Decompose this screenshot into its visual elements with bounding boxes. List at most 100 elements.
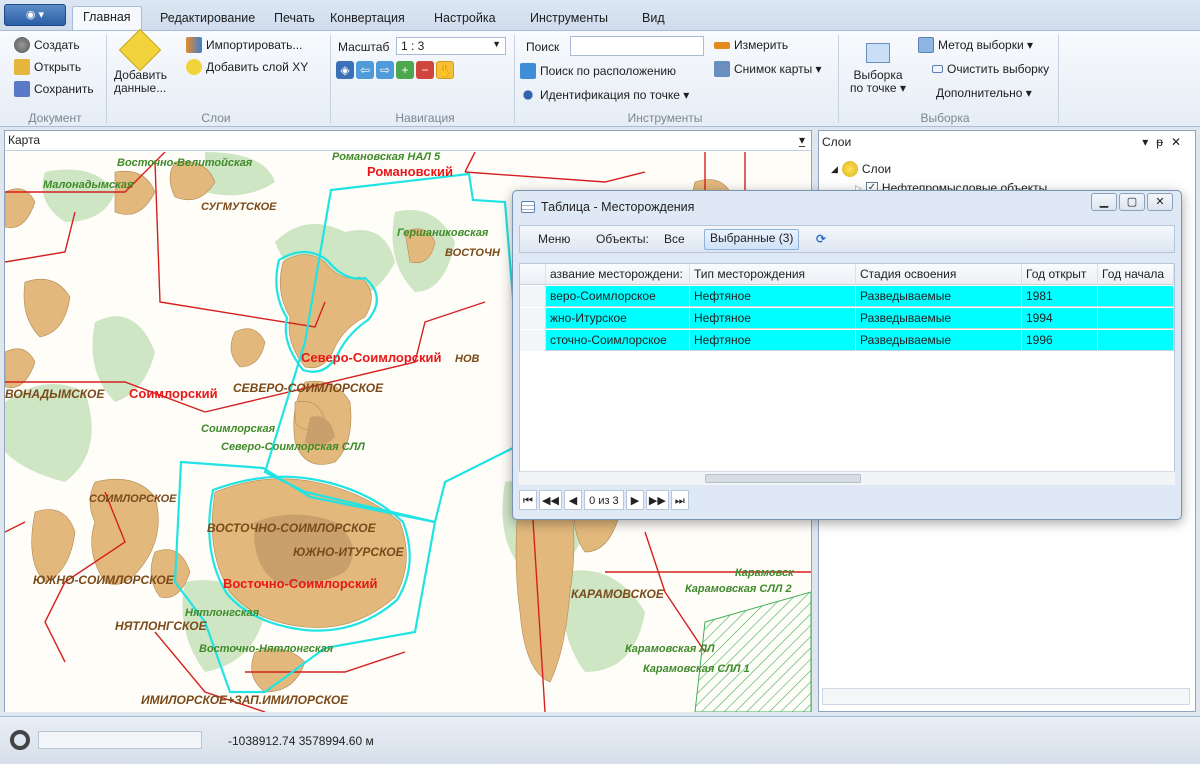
tab-tools[interactable]: Инструменты: [520, 8, 618, 30]
zoom-out-icon[interactable]: −: [416, 61, 434, 79]
add-layer-icon: [186, 59, 202, 75]
map-label: Нятлонгская: [185, 607, 260, 619]
group-separator: [1058, 35, 1059, 123]
table-row[interactable]: сточно-Соимлорское Нефтяное Разведываемы…: [520, 330, 1174, 351]
scale-label: Масштаб: [338, 40, 390, 54]
tab-settings[interactable]: Настройка: [424, 8, 506, 30]
column-header[interactable]: Стадия освоения: [856, 264, 1022, 285]
map-label: СЕВЕРО-СОИМЛОРСКОЕ: [233, 381, 384, 395]
pin-icon[interactable]: ᵽ: [1156, 135, 1171, 149]
search-by-location-button[interactable]: Поиск по расположению: [520, 61, 676, 81]
map-label: КАРАМОВСКОЕ: [571, 587, 665, 601]
tab-view[interactable]: Вид: [632, 8, 675, 30]
panel-dropdown-icon[interactable]: ▾: [1142, 135, 1156, 149]
tab-editing[interactable]: Редактирование: [150, 8, 265, 30]
scale-dropdown[interactable]: 1 : 3 ▼: [396, 37, 506, 55]
layers-panel-header: Слои ▾ᵽ✕: [819, 131, 1195, 153]
map-label: Малонадымская: [43, 179, 134, 191]
next-page-icon[interactable]: ▶▶: [645, 490, 669, 510]
open-button[interactable]: Открыть: [14, 57, 81, 77]
refresh-icon[interactable]: ⟳: [816, 232, 826, 246]
full-extent-icon[interactable]: ◈: [336, 61, 354, 79]
selection-method-button[interactable]: Метод выборки ▾: [918, 35, 1033, 55]
close-icon[interactable]: ✕: [1171, 135, 1189, 149]
prev-page-icon[interactable]: ◀◀: [539, 490, 562, 510]
map-label: СОИМЛОРСКОЕ: [89, 493, 177, 505]
tab-home[interactable]: Главная: [72, 6, 142, 31]
save-button[interactable]: Сохранить: [14, 79, 94, 99]
show-all-button[interactable]: Все: [664, 232, 685, 246]
column-header[interactable]: Год открыт: [1022, 264, 1098, 285]
map-label: ИМИЛОРСКОЕ+ЗАП.ИМИЛОРСКОЕ: [141, 693, 349, 707]
table-window-titlebar: Таблица - Месторождения: [521, 200, 694, 214]
pan-hand-icon[interactable]: ✋: [436, 61, 454, 79]
group-separator: [330, 35, 331, 123]
column-header[interactable]: Год начала: [1098, 264, 1174, 285]
add-xy-layer-button[interactable]: Добавить слой XY: [186, 57, 308, 77]
minimize-button[interactable]: ▁: [1091, 193, 1117, 211]
forward-arrow-icon[interactable]: ⇨: [376, 61, 394, 79]
add-data-button[interactable]: Добавить данные...: [114, 28, 167, 95]
select-by-point-button[interactable]: Выборка по точке ▾: [842, 43, 914, 95]
map-label: Гершаниковская: [397, 227, 489, 239]
create-button[interactable]: Создать: [14, 35, 80, 55]
map-label: ЮЖНО-СОИМЛОРСКОЕ: [33, 573, 175, 587]
panel-menu-icon[interactable]: ▾̲: [799, 131, 805, 149]
show-selected-button[interactable]: Выбранные (3): [704, 229, 800, 250]
map-label: ВОНАДЫМСКОЕ: [5, 387, 105, 401]
chevron-down-icon: ▼: [492, 39, 501, 49]
zoom-in-icon[interactable]: +: [396, 61, 414, 79]
table-horizontal-scrollbar[interactable]: [519, 471, 1175, 485]
clear-selection-button[interactable]: Очистить выборку: [932, 59, 1049, 79]
map-snapshot-button[interactable]: Снимок карты ▾: [714, 59, 822, 79]
navigation-toolbar: ◈ ⇦ ⇨ + − ✋: [336, 61, 454, 79]
last-record-icon[interactable]: ⏭: [670, 490, 689, 510]
table-row[interactable]: веро-Соимлорское Нефтяное Разведываемые …: [520, 286, 1174, 307]
search-input[interactable]: [570, 36, 704, 56]
map-label: Романовская НАЛ 5: [332, 152, 441, 163]
ribbon: Создать Открыть Сохранить Документ Добав…: [0, 28, 1200, 127]
map-label: Северо-Соимлорская СЛЛ: [221, 441, 365, 453]
more-selection-button[interactable]: Дополнительно ▾: [936, 83, 1032, 103]
add-data-icon: [118, 28, 162, 72]
first-record-icon[interactable]: ⏮: [519, 490, 537, 510]
folder-icon: [14, 59, 30, 75]
measure-button[interactable]: Измерить: [714, 35, 788, 55]
table-icon: [521, 201, 535, 213]
map-label: ВОСТОЧН: [445, 247, 501, 259]
column-header[interactable]: Тип месторождения: [690, 264, 856, 285]
ruler-icon: [714, 41, 730, 49]
expand-icon[interactable]: ◢: [831, 164, 838, 175]
back-arrow-icon[interactable]: ⇦: [356, 61, 374, 79]
map-label: Северо-Соимлорский: [301, 350, 442, 365]
map-label: Карамовск: [735, 567, 795, 579]
group-separator: [838, 35, 839, 123]
record-position: 0 из 3: [583, 490, 624, 510]
layers-stack-icon: [841, 161, 858, 177]
table-menu-button[interactable]: Меню: [538, 232, 570, 246]
layers-tree-root[interactable]: ◢ Слои: [831, 161, 891, 177]
map-label: Карамовская ЛЛ: [625, 643, 715, 655]
selection-method-icon: [918, 37, 934, 53]
close-button[interactable]: ✕: [1147, 193, 1173, 211]
identify-button[interactable]: Идентификация по точке ▾: [520, 85, 689, 105]
table-window-title: Таблица - Месторождения: [541, 200, 695, 214]
table-row[interactable]: жно-Итурское Нефтяное Разведываемые 1994: [520, 308, 1174, 329]
status-bar: -1038912.74 3578994.60 м: [0, 716, 1200, 764]
tab-conversion[interactable]: Конвертация: [320, 8, 415, 30]
scrollbar-thumb[interactable]: [705, 474, 861, 483]
tab-print[interactable]: Печать: [264, 8, 325, 30]
layers-panel-title: Слои: [822, 135, 852, 149]
next-record-icon[interactable]: ▶: [625, 490, 644, 510]
maximize-button[interactable]: ▢: [1119, 193, 1145, 211]
import-button[interactable]: Импортировать...: [186, 35, 302, 55]
application-menu-button[interactable]: ◉ ▾: [4, 4, 66, 26]
progress-bar: [38, 731, 202, 749]
map-title: Карта: [8, 133, 41, 147]
record-navigator: ⏮ ◀◀ ◀ 0 из 3 ▶ ▶▶ ⏭: [519, 489, 689, 511]
layers-horizontal-scrollbar[interactable]: [822, 688, 1190, 705]
search-label: Поиск: [526, 40, 560, 54]
column-header[interactable]: азвание месторождени:: [546, 264, 690, 285]
prev-record-icon[interactable]: ◀: [563, 490, 582, 510]
table-toolbar: Меню Объекты: Все Выбранные (3) ⟳: [519, 225, 1175, 253]
